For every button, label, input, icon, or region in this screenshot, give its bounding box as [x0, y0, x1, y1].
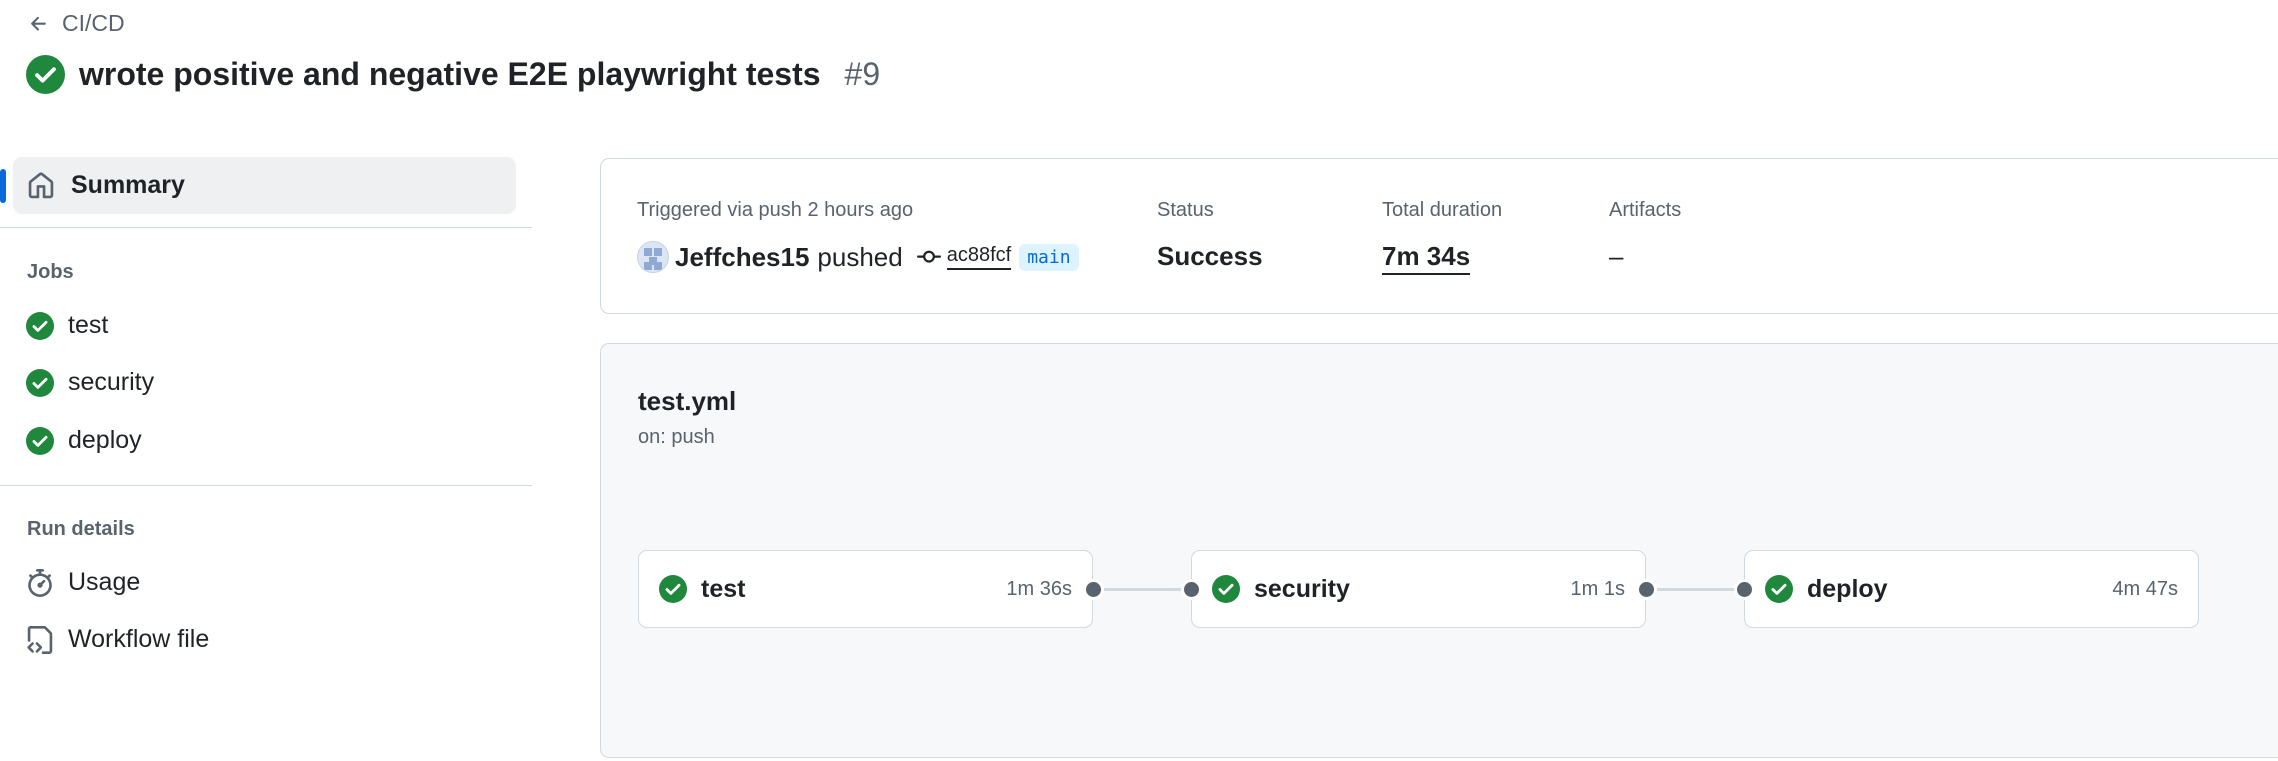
- job-connector: [1646, 588, 1744, 591]
- job-duration: 4m 47s: [2112, 577, 2178, 600]
- check-circle-fill-icon: [26, 311, 54, 340]
- sidebar-item-job-test[interactable]: test: [26, 311, 108, 340]
- check-circle-fill-icon: [26, 368, 54, 397]
- trigger-label: Triggered via push 2 hours ago: [637, 199, 914, 221]
- workflow-trigger: on: push: [638, 426, 715, 448]
- artifacts-label: Artifacts: [1609, 199, 1682, 221]
- sidebar-item-usage-label: Usage: [68, 568, 141, 596]
- sidebar-item-job-deploy[interactable]: deploy: [26, 426, 142, 455]
- run-number: #9: [844, 56, 881, 92]
- job-name: security: [1254, 574, 1350, 603]
- job-duration: 1m 36s: [1006, 577, 1072, 600]
- run-details-heading: Run details: [27, 518, 135, 540]
- connector-dot: [1734, 579, 1755, 600]
- status-label: Status: [1157, 199, 1214, 221]
- git-commit-icon: [916, 245, 941, 269]
- avatar[interactable]: [637, 241, 669, 273]
- back-link[interactable]: CI/CD: [28, 10, 125, 37]
- workflow-file-name: test.yml: [638, 386, 737, 416]
- run-summary-card: Triggered via push 2 hours ago Jeffches1…: [600, 158, 2278, 314]
- sidebar-job-label: security: [68, 368, 155, 396]
- job-connector: [1093, 588, 1191, 591]
- sidebar-item-summary[interactable]: Summary: [13, 157, 516, 214]
- trigger-value: Jeffches15 pushed ac88fcf main: [637, 241, 1079, 273]
- jobs-heading: Jobs: [27, 261, 74, 283]
- commit-sha-link[interactable]: ac88fcf: [946, 244, 1012, 270]
- active-indicator: [0, 169, 6, 203]
- duration-value[interactable]: 7m 34s: [1382, 241, 1471, 275]
- sidebar-job-label: test: [68, 311, 109, 339]
- job-card-deploy[interactable]: deploy 4m 47s: [1744, 550, 2199, 628]
- page-title: wrote positive and negative E2E playwrig…: [79, 56, 821, 92]
- artifacts-value: –: [1609, 241, 1624, 271]
- check-circle-fill-icon: [26, 426, 54, 455]
- check-circle-fill-icon: [659, 575, 687, 603]
- status-value: Success: [1157, 241, 1263, 271]
- page-header: wrote positive and negative E2E playwrig…: [26, 55, 880, 94]
- connector-dot: [1181, 579, 1202, 600]
- sidebar-job-label: deploy: [68, 426, 142, 454]
- home-icon: [28, 171, 54, 198]
- duration-value-wrapper: 7m 34s: [1382, 241, 1471, 275]
- sidebar-item-usage[interactable]: Usage: [26, 568, 140, 597]
- sidebar-item-job-security[interactable]: security: [26, 368, 154, 397]
- arrow-left-icon: [31, 16, 46, 31]
- file-code-icon: [26, 625, 54, 654]
- sidebar-item-workflow-file[interactable]: Workflow file: [26, 625, 209, 654]
- action-text: pushed: [817, 241, 903, 272]
- branch-badge[interactable]: main: [1019, 243, 1079, 271]
- job-card-security[interactable]: security 1m 1s: [1191, 550, 1646, 628]
- workflow-graph: test.yml on: push test 1m 36s security 1…: [600, 343, 2278, 758]
- connector-dot: [1083, 579, 1104, 600]
- check-circle-fill-icon: [1765, 575, 1793, 603]
- check-circle-fill-icon: [26, 55, 65, 94]
- actor-link[interactable]: Jeffches15: [675, 242, 809, 273]
- sidebar-divider: [0, 227, 532, 228]
- job-card-test[interactable]: test 1m 36s: [638, 550, 1093, 628]
- stopwatch-icon: [26, 568, 54, 597]
- check-circle-fill-icon: [1212, 575, 1240, 603]
- back-link-label: CI/CD: [62, 10, 125, 36]
- duration-label: Total duration: [1382, 199, 1503, 221]
- sidebar-item-summary-label: Summary: [71, 171, 185, 199]
- job-name: deploy: [1807, 574, 1888, 603]
- job-duration: 1m 1s: [1570, 577, 1625, 600]
- connector-dot: [1636, 579, 1657, 600]
- sidebar-item-workflow-file-label: Workflow file: [68, 625, 210, 653]
- sidebar-divider: [0, 485, 532, 486]
- job-name: test: [701, 574, 746, 603]
